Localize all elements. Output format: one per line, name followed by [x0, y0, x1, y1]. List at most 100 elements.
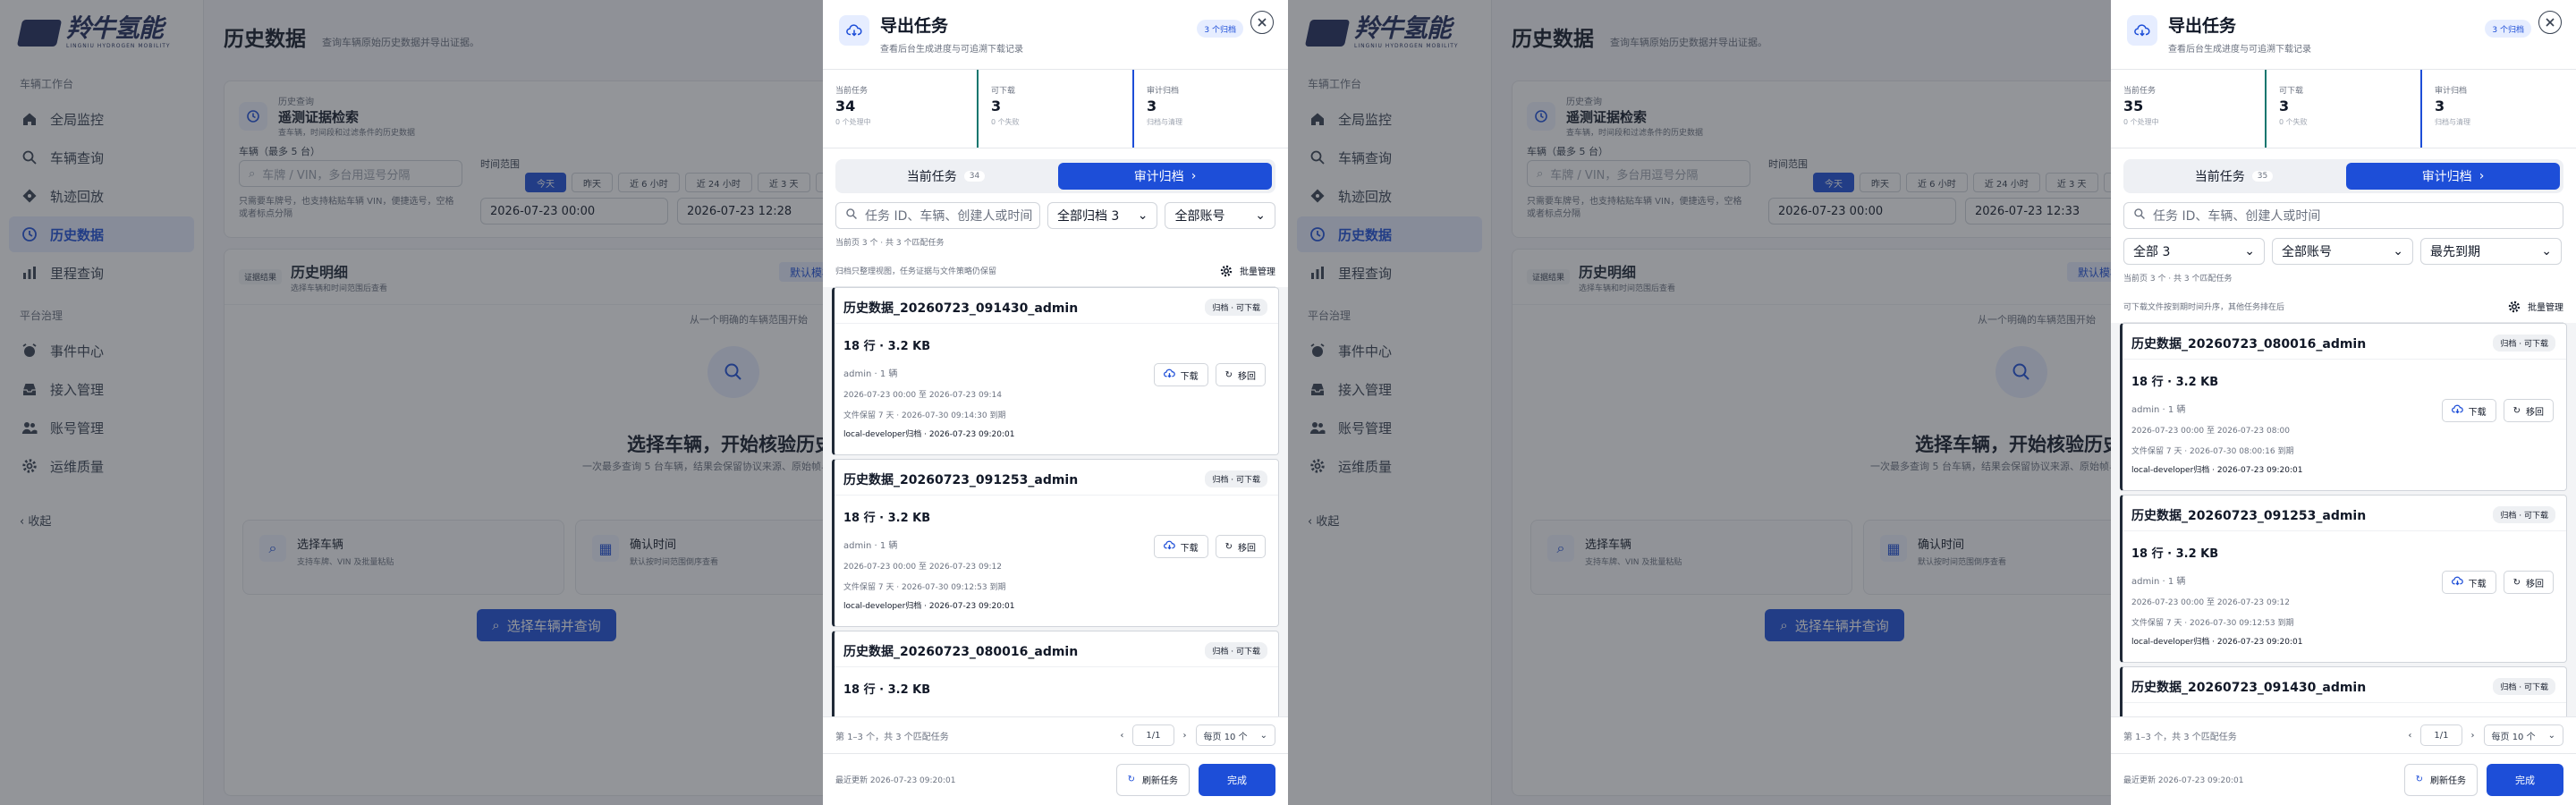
chevron-down-icon: ⌄	[2547, 730, 2555, 741]
restore-label: 移回	[1238, 371, 1256, 382]
restore-button[interactable]: ↻ 移回	[2503, 571, 2554, 594]
stat-desc: 0 个处理中	[2123, 118, 2159, 126]
chevron-right-icon: ›	[1191, 169, 1197, 183]
task-name: 历史数据_20260723_091430_admin	[843, 301, 1079, 316]
refresh-icon: ↻	[2415, 775, 2423, 784]
tab-label: 当前任务	[906, 170, 957, 184]
tab-count-badge: 34	[963, 171, 986, 182]
done-button[interactable]: 完成	[2487, 763, 2563, 796]
task-list[interactable]: 历史数据_20260723_080016_admin 归档 · 可下载 18 行 ·…	[2111, 323, 2576, 716]
close-drawer-button[interactable]	[1250, 11, 1274, 34]
stat-value: 3	[2435, 97, 2445, 114]
bulk-manage-button[interactable]: 批量管理	[2508, 300, 2563, 313]
search-placeholder: 任务 ID、车辆、创建人或时间	[865, 209, 1033, 224]
task-size: 18 行 · 3.2 KB	[2131, 376, 2219, 389]
task-search-input[interactable]: 任务 ID、车辆、创建人或时间	[835, 202, 1040, 229]
select-value: 全部账号	[2282, 245, 2332, 259]
filter-summary: 当前页 3 个 · 共 3 个匹配任务	[2123, 275, 2233, 284]
account-filter-select[interactable]: 全部账号 ⌄	[1165, 202, 1275, 229]
tab-label: 当前任务	[2194, 170, 2245, 184]
task-retention: 文件保留 7 天 · 2026-07-30 09:12:53 到期	[843, 583, 1006, 592]
chevron-down-icon: ⌄	[1137, 208, 1148, 223]
export-task-item[interactable]: 历史数据_20260723_080016_admin 归档 · 可下载 18 行 ·…	[2120, 323, 2567, 491]
prev-page-button[interactable]: ‹	[2408, 731, 2411, 741]
close-drawer-button[interactable]	[2538, 11, 2562, 34]
bulk-manage-button[interactable]: 批量管理	[1220, 264, 1275, 277]
page-indicator: 1/1	[2420, 724, 2462, 746]
refresh-tasks-button[interactable]: ↻ 刷新任务	[1115, 763, 1190, 796]
stat-desc: 0 个失败	[991, 118, 1020, 126]
tab-audit-archive[interactable]: 审计归档 ›	[2346, 163, 2560, 190]
archive-count-badge: 3 个归档	[1197, 20, 1243, 38]
drawer-title: 导出任务	[880, 16, 949, 36]
refresh-label: 刷新任务	[1142, 776, 1178, 786]
stat-audit: 审计归档 3 归档与清理	[2422, 70, 2576, 148]
gear-icon	[1220, 265, 1233, 276]
prev-page-button[interactable]: ‹	[1120, 731, 1123, 741]
task-status-badge: 归档 · 可下载	[1205, 470, 1267, 487]
export-task-item[interactable]: 历史数据_20260723_091430_admin归档 · 可下载18 行 ·…	[832, 287, 1279, 455]
task-time-range: 2026-07-23 00:00 至 2026-07-23 09:12	[843, 563, 1002, 572]
stat-current: 当前任务 34 0 个处理中	[823, 70, 979, 148]
stat-label: 审计归档	[2435, 87, 2468, 96]
stat-value: 3	[1147, 97, 1157, 114]
close-icon	[2546, 18, 2555, 27]
page-summary: 第 1–3 个，共 3 个匹配任务	[835, 732, 949, 742]
task-name: 历史数据_20260723_080016_admin	[2131, 336, 2367, 352]
stat-audit: 审计归档 3 归档与清理	[1134, 70, 1288, 148]
filter-summary: 当前页 3 个 · 共 3 个匹配任务	[835, 239, 945, 248]
download-button[interactable]: 下载	[2441, 571, 2496, 594]
restore-icon: ↻	[2512, 405, 2521, 416]
chevron-down-icon: ⌄	[1255, 208, 1266, 223]
task-search-input[interactable]: 任务 ID、车辆、创建人或时间	[2123, 202, 2563, 229]
next-page-button[interactable]: ›	[2471, 731, 2475, 741]
tab-label: 审计归档	[1133, 170, 1184, 184]
task-stats: 当前任务 35 0 个处理中 可下载 3 0 个失败 审计归档 3 归档与清理	[2111, 70, 2576, 148]
last-updated: 最近更新 2026-07-23 09:20:01	[2123, 776, 2244, 785]
restore-icon: ↻	[1224, 369, 1233, 380]
sort-select[interactable]: 最先到期 ⌄	[2420, 238, 2562, 265]
download-button[interactable]: 下载	[1153, 535, 1208, 558]
export-task-item[interactable]: 历史数据_20260723_080016_admin 归档 · 可下载 18 行 ·…	[832, 631, 1279, 716]
download-button[interactable]: 下载	[2441, 399, 2496, 422]
per-page-select[interactable]: 每页 10 个 ⌄	[1195, 724, 1275, 746]
task-time-range: 2026-07-23 00:00 至 2026-07-23 09:12	[2131, 598, 2290, 607]
restore-button[interactable]: ↻ 移回	[1215, 363, 1266, 386]
pagination: 第 1–3 个，共 3 个匹配任务 ‹ 1/1 › 每页 10 个 ⌄	[2111, 717, 2576, 753]
task-name: 历史数据_20260723_091253_admin	[2131, 508, 2367, 523]
status-filter-select[interactable]: 全部 3 ⌄	[2123, 238, 2265, 265]
per-page-select[interactable]: 每页 10 个 ⌄	[2483, 724, 2563, 746]
select-value: 全部归档 3	[1056, 209, 1120, 224]
task-status-badge: 归档 · 可下载	[1205, 299, 1267, 316]
done-button[interactable]: 完成	[1199, 763, 1275, 796]
export-task-item[interactable]: 历史数据_20260723_091253_admin 归档 · 可下载 18 行 ·…	[832, 459, 1279, 627]
refresh-label: 刷新任务	[2430, 776, 2466, 786]
account-filter-select[interactable]: 全部账号 ⌄	[2272, 238, 2413, 265]
chevron-right-icon: ›	[2479, 169, 2485, 183]
tab-count-badge: 35	[2251, 171, 2274, 182]
task-time-range: 2026-07-23 00:00 至 2026-07-23 08:00	[2131, 427, 2290, 436]
select-value: 全部 3	[2133, 245, 2171, 259]
task-view-tabs: 当前任务 34 审计归档 ›	[835, 159, 1275, 193]
stat-label: 可下载	[2279, 87, 2304, 96]
select-value: 最先到期	[2430, 245, 2480, 259]
stat-desc: 0 个失败	[2279, 118, 2308, 126]
action-bar: 归档只整理视图，任务证据与文件策略仍保留 批量管理	[835, 257, 1275, 287]
export-task-item[interactable]: 历史数据_20260723_091430_admin归档 · 可下载18 行 ·…	[2120, 666, 2567, 716]
refresh-tasks-button[interactable]: ↻ 刷新任务	[2403, 763, 2478, 796]
restore-button[interactable]: ↻ 移回	[2503, 399, 2554, 422]
archive-filter-select[interactable]: 全部归档 3 ⌄	[1046, 202, 1158, 229]
tab-audit-archive[interactable]: 审计归档 ›	[1058, 163, 1272, 190]
download-button[interactable]: 下载	[1153, 363, 1208, 386]
task-list[interactable]: 历史数据_20260723_091430_admin 归档 · 可下载 18 行 ·…	[823, 287, 1288, 716]
stat-label: 审计归档	[1147, 87, 1180, 96]
export-task-item[interactable]: 历史数据_20260723_091253_admin 归档 · 可下载 18 行 ·…	[2120, 495, 2567, 663]
tab-current-tasks[interactable]: 当前任务 34	[839, 163, 1053, 190]
stat-desc: 0 个处理中	[835, 118, 871, 126]
select-value: 全部账号	[1174, 209, 1225, 224]
cloud-download-icon	[1163, 539, 1175, 554]
task-archived-by: local-developer归档 · 2026-07-23 09:20:01	[2131, 466, 2303, 475]
tab-current-tasks[interactable]: 当前任务 35	[2127, 163, 2341, 190]
restore-button[interactable]: ↻ 移回	[1215, 535, 1266, 558]
next-page-button[interactable]: ›	[1183, 731, 1187, 741]
